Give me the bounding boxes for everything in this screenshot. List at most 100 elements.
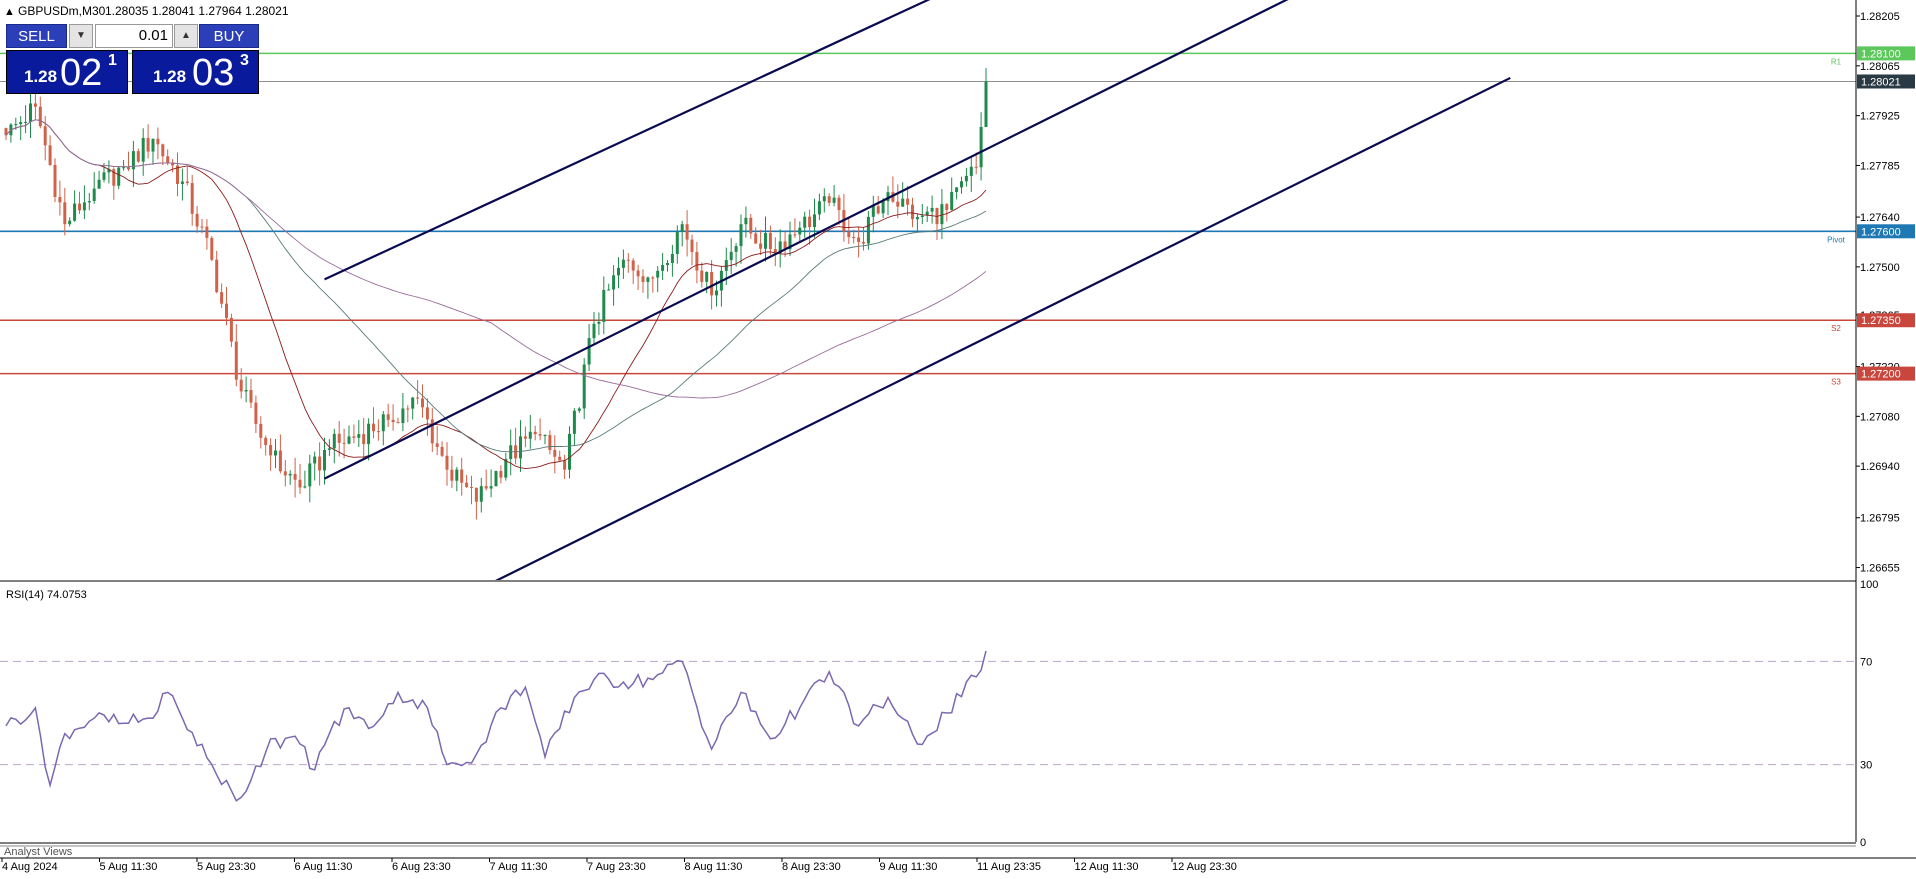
candle-body [68, 220, 72, 225]
candle-body [362, 434, 366, 445]
candle-body [425, 407, 429, 420]
candle-body [430, 419, 434, 444]
candle-body [396, 422, 400, 424]
candle-body [283, 471, 287, 476]
candle-body [33, 103, 37, 107]
candle-body [24, 121, 28, 123]
candle-body [259, 423, 263, 438]
candle-body [278, 450, 282, 472]
candle-body [592, 323, 596, 339]
candle-body [509, 445, 513, 460]
candle-body [960, 181, 963, 188]
candle-body [827, 196, 831, 203]
candle-body [631, 260, 635, 271]
trading-chart[interactable]: R1 Pivot S2 S3 RSI(14) 74.0753 0 30 70 100 1.26… [0, 0, 1916, 874]
time-tick-label: 9 Aug 11:30 [880, 861, 938, 873]
candle-body [543, 435, 547, 437]
candle-body [234, 341, 238, 380]
candle-body [558, 456, 562, 461]
candle-body [376, 431, 380, 433]
candle-body [200, 226, 204, 228]
candle-body [225, 303, 228, 318]
candle-body [92, 188, 96, 202]
candle-body [587, 338, 591, 365]
candle-body [19, 122, 23, 125]
candle-body [582, 364, 586, 409]
candle-body [445, 455, 449, 470]
candle-body [675, 231, 679, 254]
one-click-trading-panel: SELL ▼ 0.01 ▲ BUY 1.28 02 1 1.28 03 3 [6, 24, 259, 96]
candle-body [401, 408, 405, 424]
candle-body [274, 450, 277, 456]
bid-prefix: 1.28 [24, 67, 58, 86]
candle-body [945, 204, 949, 210]
price-tick-label: 1.28065 [1860, 61, 1900, 73]
level-tag-pivot: Pivot [1827, 235, 1846, 244]
candle-body [470, 486, 473, 488]
candle-body [920, 215, 924, 218]
candle-body [646, 277, 650, 282]
time-tick-label: 5 Aug 23:30 [197, 861, 256, 873]
candle-body [82, 202, 86, 211]
candle-body [347, 436, 351, 444]
candle-body [832, 197, 836, 203]
candle-body [450, 469, 454, 481]
time-tick-label: 12 Aug 11:30 [1075, 861, 1139, 873]
candle-body [577, 408, 581, 411]
candle-body [406, 408, 410, 410]
ask-prefix: 1.28 [153, 67, 187, 86]
candle-body [161, 144, 165, 157]
candle-body [195, 213, 199, 227]
lot-decrease-button[interactable]: ▼ [69, 24, 93, 48]
lot-increase-button[interactable]: ▲ [174, 24, 198, 48]
candle-body [323, 449, 326, 471]
candle-body [915, 217, 919, 220]
bid-quote[interactable]: 1.28 02 1 [6, 50, 128, 94]
candle-body [602, 290, 606, 322]
time-tick-label: 5 Aug 11:30 [100, 861, 158, 873]
candle-body [97, 179, 101, 189]
time-tick-label: 8 Aug 11:30 [685, 861, 743, 873]
candle-body [768, 233, 772, 250]
candle-body [690, 239, 694, 252]
candle-body [327, 448, 331, 450]
candle-body [911, 204, 914, 220]
price-tick-label: 1.28205 [1860, 11, 1900, 23]
candle-body [621, 259, 625, 268]
candle-body [210, 237, 214, 260]
candle-body [48, 145, 52, 165]
candle-body [729, 251, 733, 261]
buy-button[interactable]: BUY [199, 24, 259, 48]
candle-body [744, 217, 748, 225]
time-tick-label: 6 Aug 11:30 [295, 861, 353, 873]
chart-menu-icon: ▲ [4, 6, 15, 18]
time-tick-label: 8 Aug 23:30 [782, 861, 841, 873]
candle-body [308, 463, 312, 487]
candle-body [866, 216, 870, 244]
candle-body [78, 203, 81, 211]
ask-quote[interactable]: 1.28 03 3 [132, 50, 259, 94]
bid-pips: 02 [60, 52, 103, 94]
candle-body [930, 207, 934, 212]
candle-body [215, 259, 219, 293]
candle-body [685, 224, 689, 240]
sell-button[interactable]: SELL [6, 24, 67, 48]
candle-body [372, 423, 375, 432]
lot-size-input[interactable]: 0.01 [95, 24, 173, 48]
candle [117, 166, 121, 190]
candle-body [871, 206, 875, 217]
candle-body [700, 270, 704, 282]
price-tick-label: 1.27500 [1860, 262, 1900, 274]
candle-body [38, 106, 42, 127]
price-tick-label: 1.27925 [1860, 111, 1900, 123]
time-tick-label: 12 Aug 23:30 [1172, 861, 1237, 873]
candle-body [146, 138, 150, 152]
candle-body [813, 214, 816, 228]
candle-body [528, 431, 532, 439]
candle-body [460, 469, 464, 483]
candle-body [14, 124, 18, 126]
candle-body [759, 243, 763, 249]
candle-body [661, 265, 665, 271]
candle-body [523, 436, 527, 439]
candle-body [29, 103, 32, 122]
